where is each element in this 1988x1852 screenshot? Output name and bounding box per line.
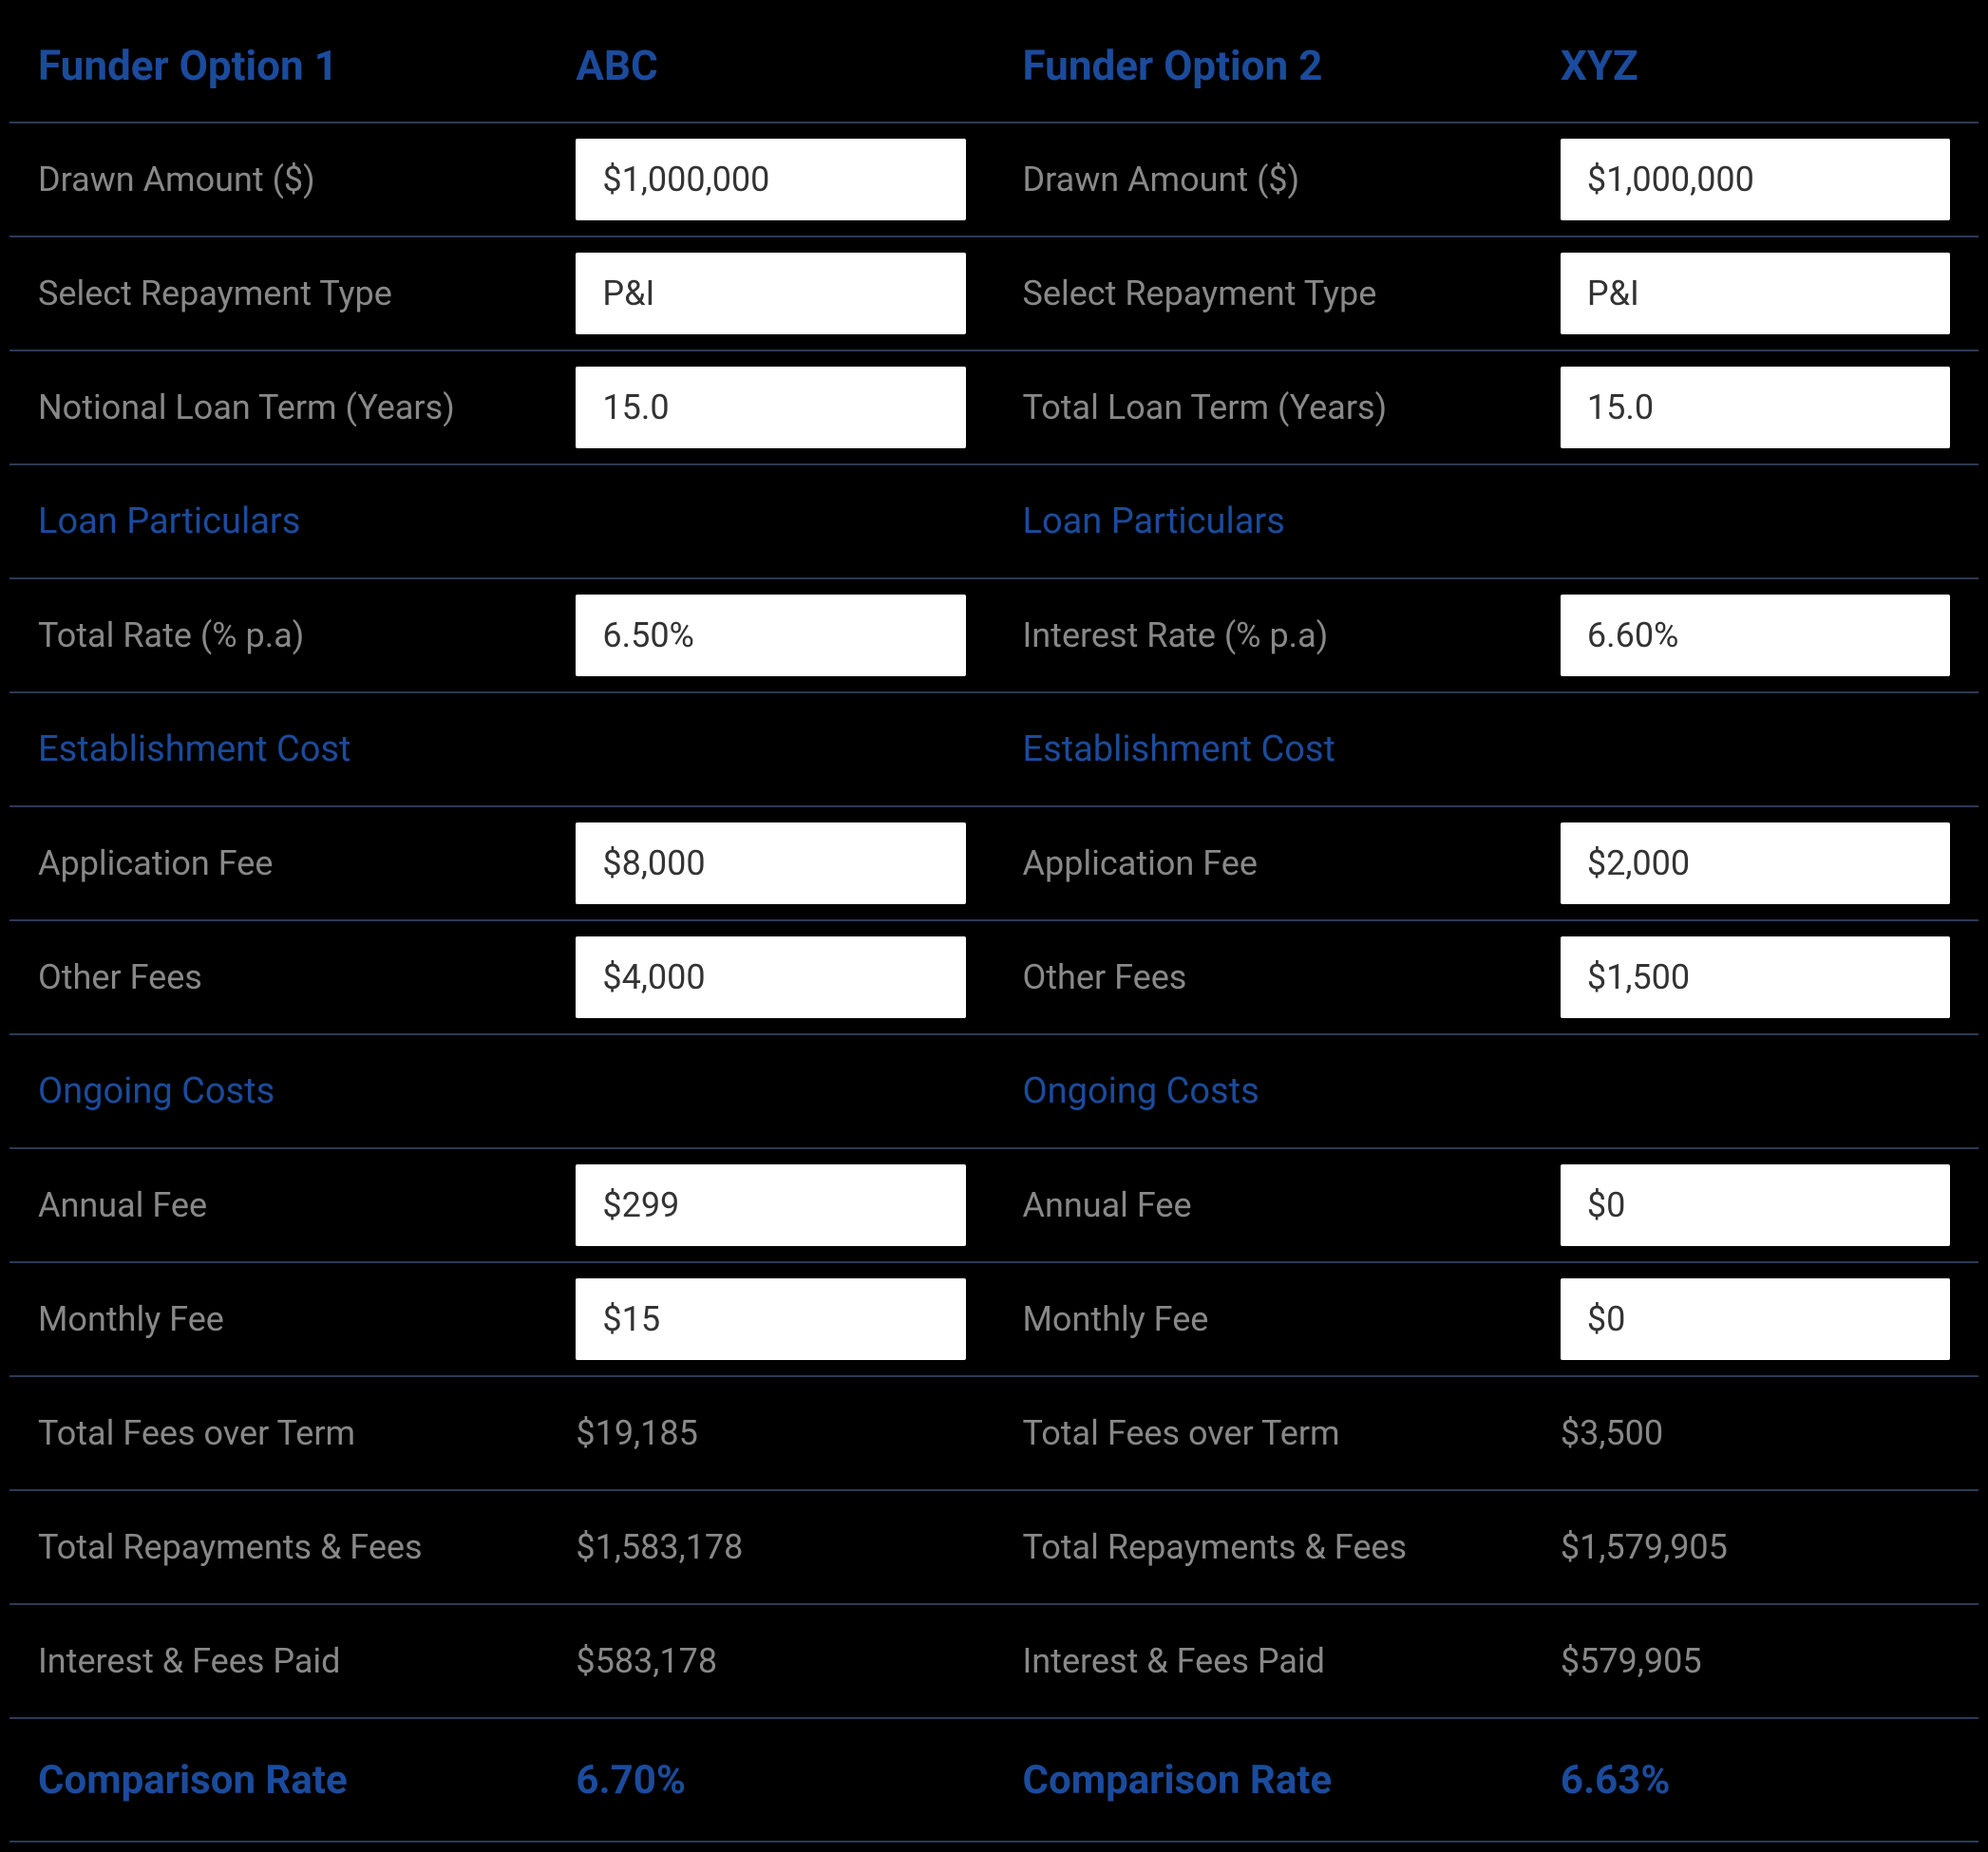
interest-paid-row: Interest & Fees Paid $583,178 [9, 1605, 994, 1719]
total-fees-row: Total Fees over Term $3,500 [994, 1377, 1979, 1491]
loan-term-label: Notional Loan Term (Years) [38, 387, 576, 427]
comparison-rate-row: Comparison Rate 6.63% [994, 1719, 1979, 1843]
establishment-cost-section: Establishment Cost [9, 693, 994, 807]
loan-term-input[interactable]: 15.0 [1561, 367, 1950, 448]
application-fee-row: Application Fee $2,000 [994, 807, 1979, 921]
section-heading: Ongoing Costs [1023, 1070, 1259, 1112]
application-fee-label: Application Fee [1023, 843, 1561, 883]
funder-name: ABC [576, 41, 965, 90]
application-fee-label: Application Fee [38, 843, 576, 883]
rate-input[interactable]: 6.60% [1561, 595, 1950, 676]
application-fee-row: Application Fee $8,000 [9, 807, 994, 921]
rate-label: Total Rate (% p.a) [38, 615, 576, 655]
other-fees-label: Other Fees [1023, 957, 1561, 997]
ongoing-costs-section: Ongoing Costs [9, 1035, 994, 1149]
loan-term-row: Total Loan Term (Years) 15.0 [994, 351, 1979, 465]
comparison-rate-label: Comparison Rate [38, 1757, 576, 1804]
loan-particulars-section: Loan Particulars [994, 465, 1979, 579]
section-heading: Establishment Cost [38, 728, 350, 770]
header-row: Funder Option 2 XYZ [994, 9, 1979, 123]
total-repayments-label: Total Repayments & Fees [1023, 1527, 1561, 1567]
annual-fee-label: Annual Fee [1023, 1185, 1561, 1225]
repayment-type-label: Select Repayment Type [38, 274, 576, 313]
annual-fee-row: Annual Fee $0 [994, 1149, 1979, 1263]
funder-option-2: Funder Option 2 XYZ Drawn Amount ($) $1,… [994, 9, 1979, 1843]
funder-name: XYZ [1561, 41, 1950, 90]
drawn-amount-input[interactable]: $1,000,000 [576, 139, 965, 220]
drawn-amount-row: Drawn Amount ($) $1,000,000 [994, 123, 1979, 237]
loan-term-label: Total Loan Term (Years) [1023, 387, 1561, 427]
drawn-amount-label: Drawn Amount ($) [38, 160, 576, 199]
comparison-rate-row: Comparison Rate 6.70% [9, 1719, 994, 1843]
drawn-amount-input[interactable]: $1,000,000 [1561, 139, 1950, 220]
total-repayments-value: $1,579,905 [1561, 1527, 1950, 1567]
section-heading: Ongoing Costs [38, 1070, 275, 1112]
other-fees-input[interactable]: $1,500 [1561, 936, 1950, 1018]
interest-paid-label: Interest & Fees Paid [38, 1641, 576, 1681]
comparison-rate-label: Comparison Rate [1023, 1757, 1561, 1804]
rate-label: Interest Rate (% p.a) [1023, 615, 1561, 655]
rate-input[interactable]: 6.50% [576, 595, 965, 676]
total-fees-row: Total Fees over Term $19,185 [9, 1377, 994, 1491]
total-fees-value: $3,500 [1561, 1413, 1950, 1453]
other-fees-row: Other Fees $4,000 [9, 921, 994, 1035]
annual-fee-label: Annual Fee [38, 1185, 576, 1225]
loan-particulars-section: Loan Particulars [9, 465, 994, 579]
total-fees-label: Total Fees over Term [1023, 1413, 1561, 1453]
funder-option-1: Funder Option 1 ABC Drawn Amount ($) $1,… [9, 9, 994, 1843]
total-repayments-row: Total Repayments & Fees $1,579,905 [994, 1491, 1979, 1605]
annual-fee-input[interactable]: $0 [1561, 1164, 1950, 1246]
section-heading: Loan Particulars [1023, 501, 1285, 542]
ongoing-costs-section: Ongoing Costs [994, 1035, 1979, 1149]
other-fees-label: Other Fees [38, 957, 576, 997]
monthly-fee-input[interactable]: $0 [1561, 1278, 1950, 1360]
comparison-rate-value: 6.70% [576, 1757, 965, 1804]
rate-row: Total Rate (% p.a) 6.50% [9, 579, 994, 693]
loan-term-row: Notional Loan Term (Years) 15.0 [9, 351, 994, 465]
monthly-fee-label: Monthly Fee [38, 1299, 576, 1339]
annual-fee-input[interactable]: $299 [576, 1164, 965, 1246]
total-fees-value: $19,185 [576, 1413, 965, 1453]
option-title: Funder Option 2 [1023, 41, 1561, 90]
establishment-cost-section: Establishment Cost [994, 693, 1979, 807]
option-title: Funder Option 1 [38, 41, 576, 90]
interest-paid-row: Interest & Fees Paid $579,905 [994, 1605, 1979, 1719]
total-repayments-label: Total Repayments & Fees [38, 1527, 576, 1567]
annual-fee-row: Annual Fee $299 [9, 1149, 994, 1263]
drawn-amount-label: Drawn Amount ($) [1023, 160, 1561, 199]
comparison-rate-value: 6.63% [1561, 1757, 1950, 1804]
application-fee-input[interactable]: $8,000 [576, 822, 965, 904]
other-fees-row: Other Fees $1,500 [994, 921, 1979, 1035]
drawn-amount-row: Drawn Amount ($) $1,000,000 [9, 123, 994, 237]
other-fees-input[interactable]: $4,000 [576, 936, 965, 1018]
loan-term-input[interactable]: 15.0 [576, 367, 965, 448]
total-repayments-value: $1,583,178 [576, 1527, 965, 1567]
funder-comparison-table: Funder Option 1 ABC Drawn Amount ($) $1,… [9, 9, 1979, 1843]
interest-paid-value: $579,905 [1561, 1641, 1950, 1681]
header-row: Funder Option 1 ABC [9, 9, 994, 123]
monthly-fee-label: Monthly Fee [1023, 1299, 1561, 1339]
interest-paid-value: $583,178 [576, 1641, 965, 1681]
total-fees-label: Total Fees over Term [38, 1413, 576, 1453]
monthly-fee-row: Monthly Fee $15 [9, 1263, 994, 1377]
repayment-type-select[interactable]: P&I [1561, 253, 1950, 334]
rate-row: Interest Rate (% p.a) 6.60% [994, 579, 1979, 693]
repayment-type-row: Select Repayment Type P&I [994, 237, 1979, 351]
monthly-fee-input[interactable]: $15 [576, 1278, 965, 1360]
repayment-type-row: Select Repayment Type P&I [9, 237, 994, 351]
interest-paid-label: Interest & Fees Paid [1023, 1641, 1561, 1681]
section-heading: Loan Particulars [38, 501, 300, 542]
application-fee-input[interactable]: $2,000 [1561, 822, 1950, 904]
repayment-type-label: Select Repayment Type [1023, 274, 1561, 313]
monthly-fee-row: Monthly Fee $0 [994, 1263, 1979, 1377]
total-repayments-row: Total Repayments & Fees $1,583,178 [9, 1491, 994, 1605]
repayment-type-select[interactable]: P&I [576, 253, 965, 334]
section-heading: Establishment Cost [1023, 728, 1335, 770]
